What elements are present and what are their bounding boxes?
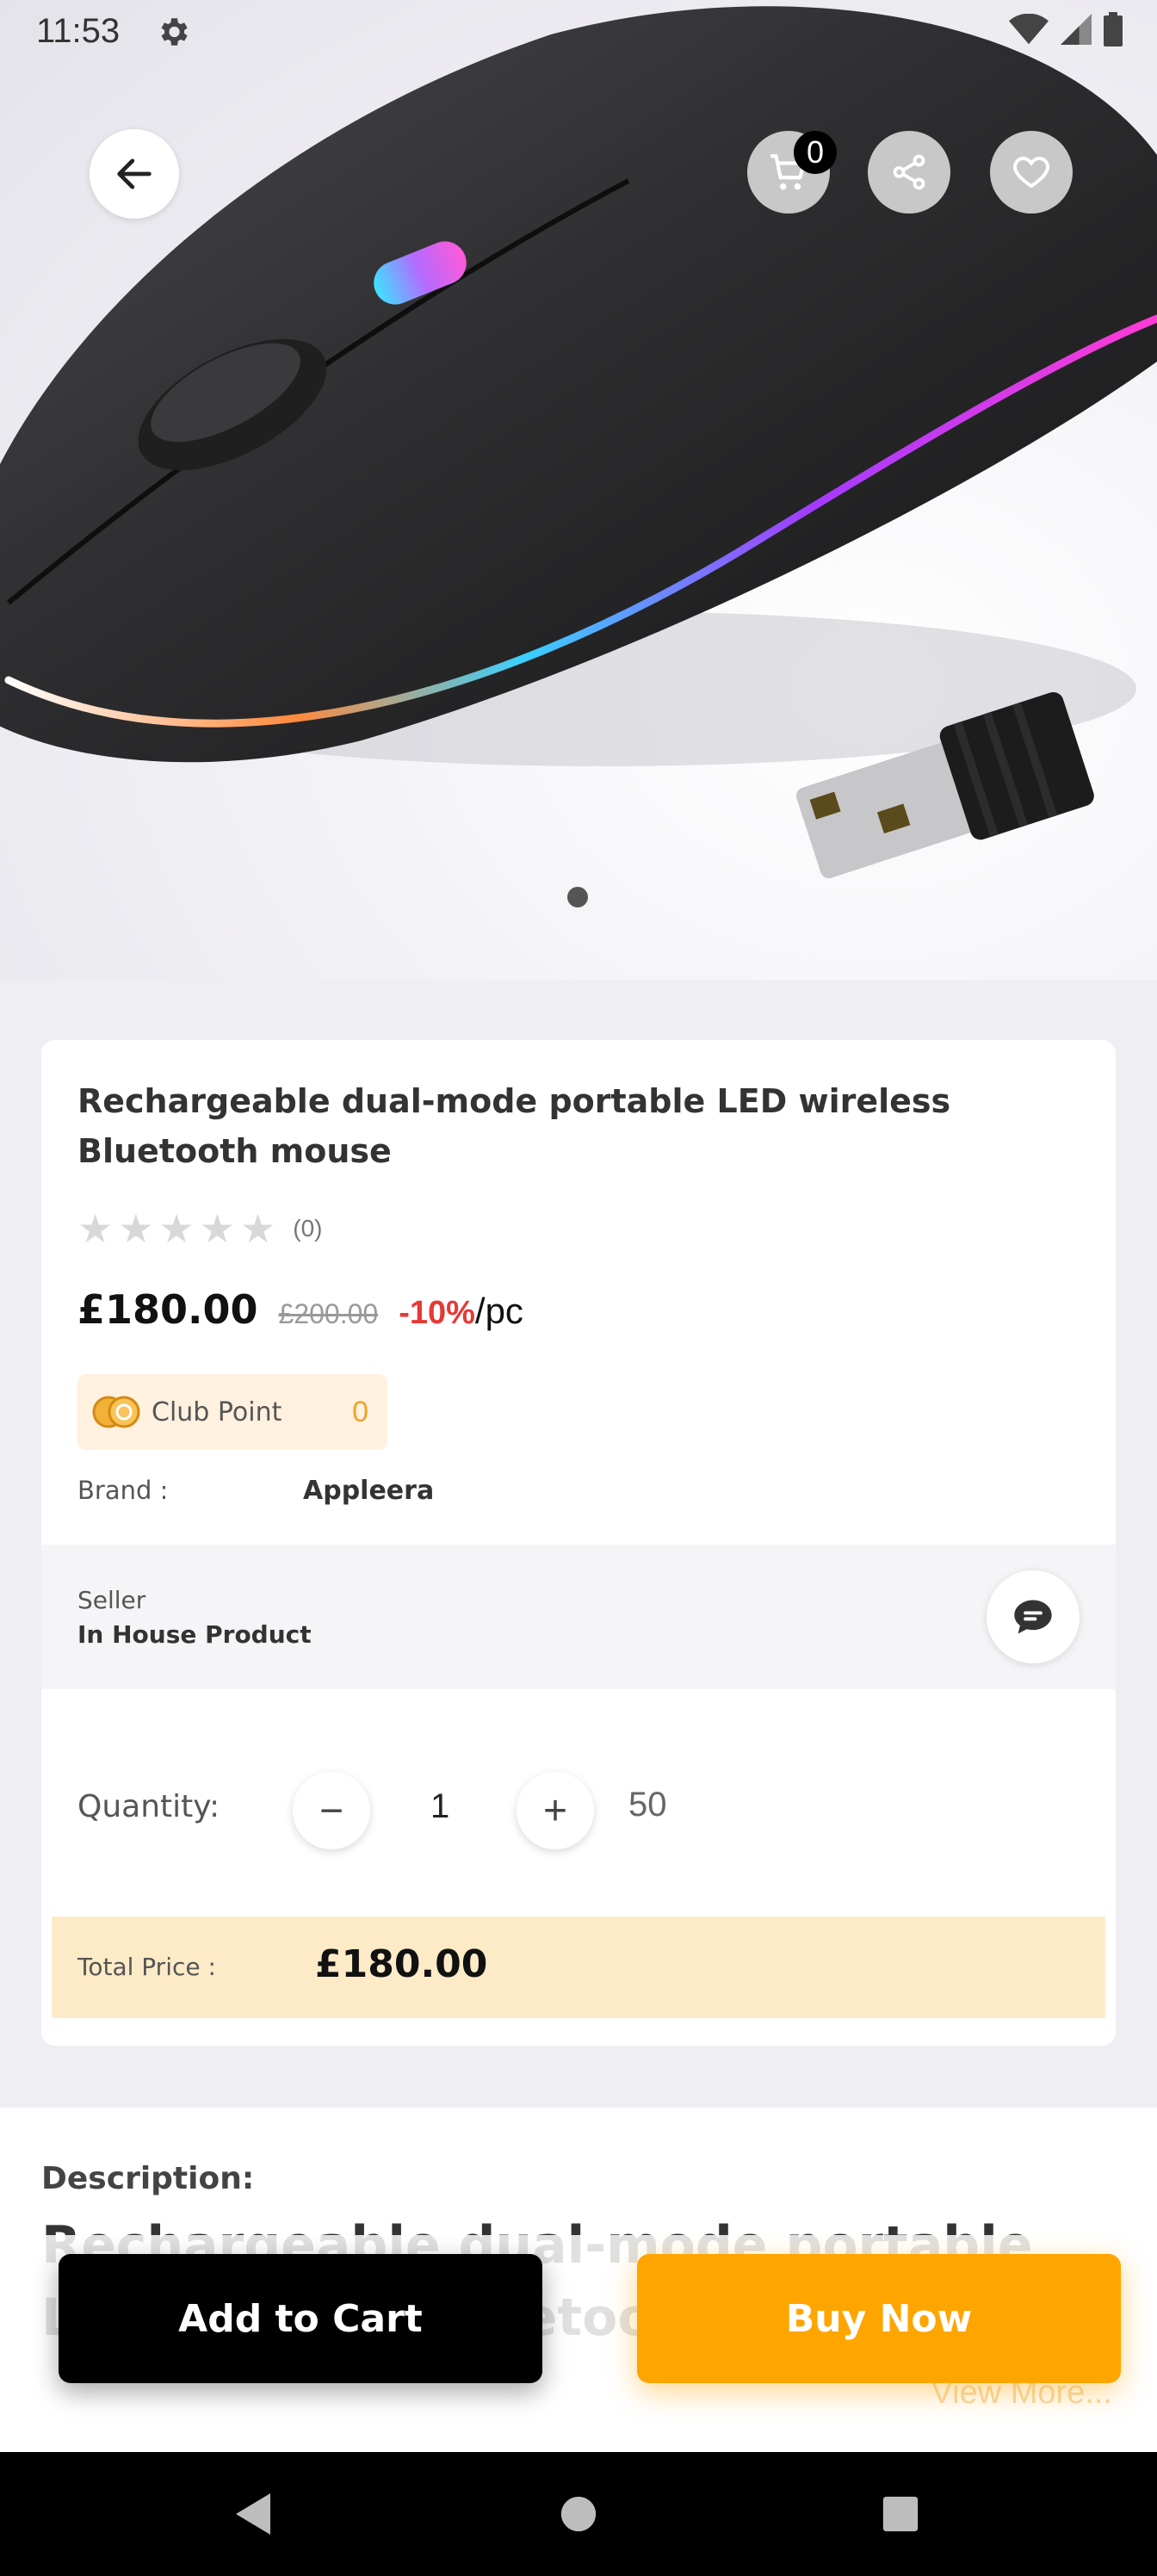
old-price: £200.00 [278, 1298, 379, 1329]
brand-label: Brand : [77, 1476, 169, 1505]
status-bar: 11:53 [0, 0, 1157, 62]
nav-recents-button[interactable] [873, 2486, 928, 2542]
seller-name[interactable]: In House Product [77, 1620, 312, 1649]
nav-home-button[interactable] [551, 2486, 606, 2542]
nav-back-button[interactable] [226, 2486, 281, 2542]
star-icon: ★ [77, 1206, 114, 1251]
add-to-cart-button[interactable]: Add to Cart [59, 2254, 542, 2383]
status-time: 11:53 [36, 12, 121, 50]
quantity-label: Quantity: [77, 1789, 220, 1824]
buy-now-button[interactable]: Buy Now [637, 2254, 1121, 2383]
quantity-value: 1 [430, 1787, 450, 1825]
club-point-label: Club Point [152, 1396, 282, 1427]
quantity-decrease-button[interactable]: − [293, 1772, 370, 1849]
gear-icon [161, 18, 188, 46]
discount-label: -10% [399, 1295, 475, 1331]
nav-home-icon [560, 2496, 597, 2532]
carousel-dot[interactable] [567, 887, 588, 907]
signal-icon [1061, 14, 1092, 45]
price-unit: /pc [474, 1291, 523, 1331]
product-image [0, 6, 1157, 879]
cart-count-badge: 0 [794, 131, 837, 174]
share-icon [893, 154, 925, 190]
total-price-box: Total Price : £180.00 [52, 1917, 1105, 2018]
seller-section: Seller In House Product [41, 1545, 1116, 1689]
quantity-increase-button[interactable]: + [517, 1772, 594, 1849]
star-icon: ★ [240, 1206, 276, 1251]
star-icon: ★ [199, 1206, 235, 1251]
seller-label: Seller [77, 1586, 146, 1614]
share-button[interactable] [868, 131, 950, 214]
coins-icon [92, 1396, 140, 1428]
nav-back-icon [236, 2493, 270, 2535]
rating-stars: ★ ★ ★ ★ ★ (0) [77, 1209, 322, 1248]
brand-value[interactable]: Appleera [303, 1476, 434, 1506]
total-price-value: £180.00 [315, 1942, 488, 1986]
product-title: Rechargeable dual-mode portable LED wire… [77, 1082, 951, 1170]
back-button[interactable] [90, 129, 179, 219]
club-point-value: 0 [352, 1395, 368, 1428]
system-nav-bar [0, 2452, 1157, 2576]
battery-icon [1104, 12, 1123, 46]
chat-seller-button[interactable] [987, 1570, 1080, 1663]
stock-count: 50 [628, 1786, 667, 1824]
chat-icon [1014, 1600, 1052, 1634]
heart-icon [1013, 156, 1049, 189]
product-info-card: Rechargeable dual-mode portable LED wire… [41, 1040, 1116, 2046]
club-point-badge: Club Point 0 [77, 1374, 387, 1450]
wishlist-button[interactable] [990, 131, 1073, 214]
product-image-carousel[interactable]: 11:53 [0, 0, 1157, 980]
review-count: (0) [293, 1215, 323, 1242]
description-title: Description: [41, 2161, 255, 2196]
nav-recents-icon [882, 2496, 919, 2532]
back-arrow-icon [117, 158, 152, 189]
wifi-icon [1009, 14, 1049, 45]
star-icon: ★ [118, 1206, 154, 1251]
total-price-label: Total Price : [77, 1953, 216, 1981]
current-price: £180.00 [77, 1286, 258, 1333]
star-icon: ★ [158, 1206, 195, 1251]
brand-row: Brand : Appleera [77, 1476, 434, 1506]
price-row: £180.00 £200.00 -10% /pc [77, 1286, 523, 1333]
